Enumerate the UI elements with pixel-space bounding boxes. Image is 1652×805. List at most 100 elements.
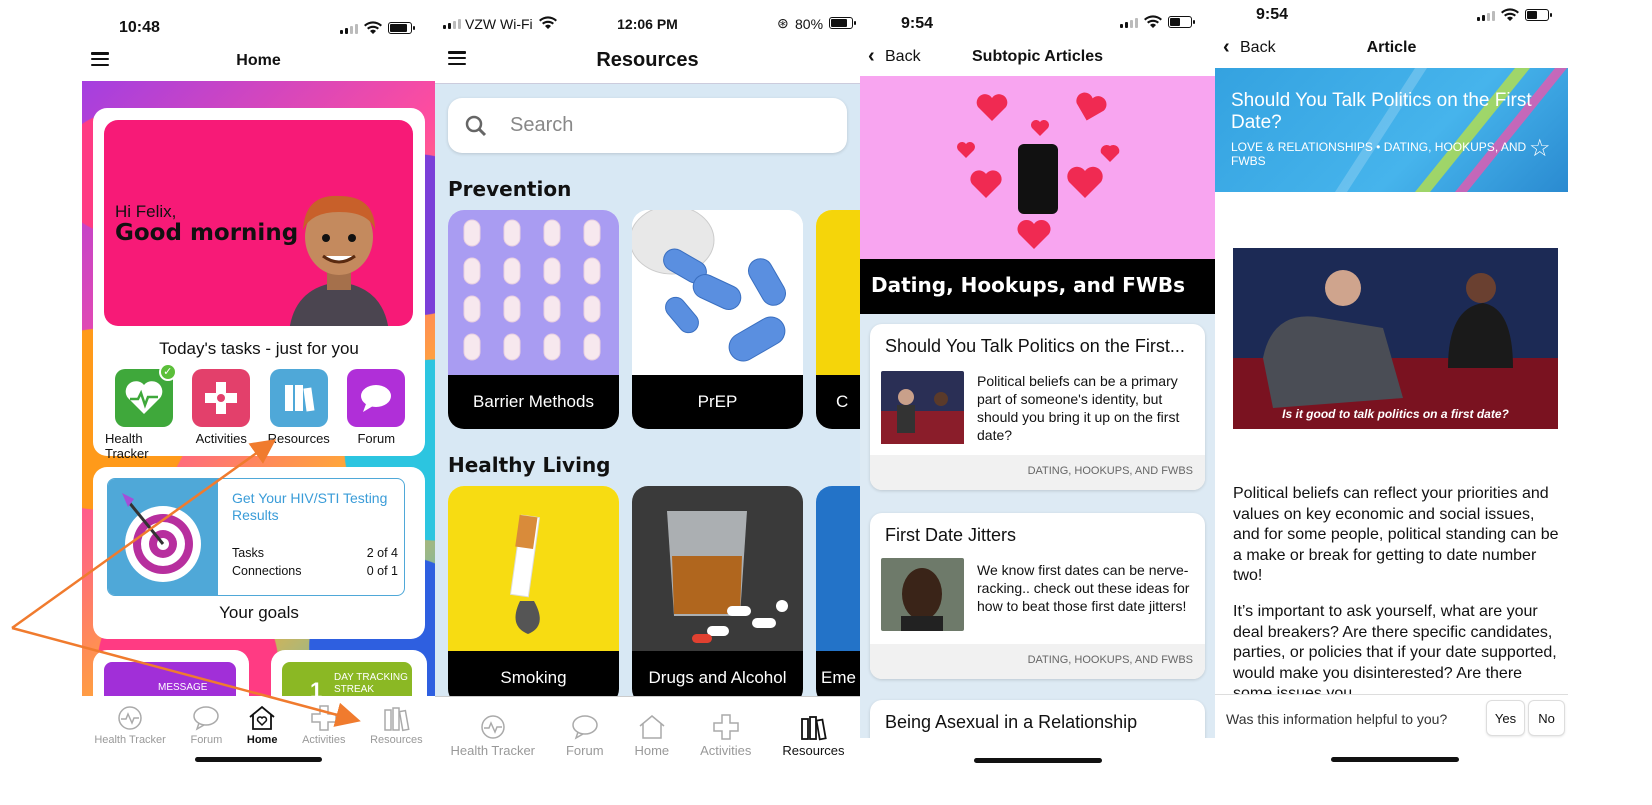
article-card[interactable]: First Date Jitters We know first dates c… (870, 513, 1205, 679)
wifi-icon (1501, 8, 1519, 21)
greeting-banner: Hi Felix, Good morning (104, 120, 413, 326)
tab-label: Resources (782, 743, 845, 758)
wifi-icon (1144, 15, 1162, 28)
resources-icon (801, 716, 828, 741)
page-title: Subtopic Articles (972, 48, 1103, 65)
heart-icon: ✓ (114, 363, 177, 427)
article-title: First Date Jitters (885, 525, 1017, 545)
task-label: Resources (267, 431, 330, 446)
article-category: LOVE & RELATIONSHIPS • DATING, HOOKUPS, … (1231, 140, 1527, 168)
tab-label: Home (634, 743, 670, 758)
search-icon (465, 115, 487, 137)
article-screen: 9:54 ‹ Back Article Should You Talk Poli… (1215, 0, 1568, 805)
goals-label: Your goals (219, 603, 299, 622)
article-tag: DATING, HOOKUPS, AND FWBS (870, 644, 1205, 679)
task-activities[interactable]: Activities (183, 369, 261, 461)
home-icon (249, 705, 275, 730)
tab-bar: Health Tracker Forum Home Activities Res… (82, 696, 435, 805)
no-button[interactable]: No (1528, 700, 1565, 736)
streak-label: DAY TRACKING STREAK (334, 672, 408, 695)
tile-partial[interactable]: C (816, 210, 860, 429)
rotation-lock-icon: ⊛ (777, 15, 789, 31)
tile-label: Barrier Methods (448, 375, 619, 429)
article-card[interactable]: Should You Talk Politics on the First...… (870, 324, 1205, 490)
tab-label: Forum (565, 743, 604, 758)
home-icon (639, 715, 665, 739)
tab-home[interactable]: Home (634, 713, 669, 805)
tile-label: C (816, 375, 860, 429)
goals-card[interactable]: Get Your HIV/STI Testing Results Tasks 2… (93, 467, 425, 639)
task-forum[interactable]: Forum (338, 369, 416, 461)
goal-item[interactable]: Get Your HIV/STI Testing Results Tasks 2… (107, 478, 405, 596)
task-resources[interactable]: Resources (260, 369, 338, 461)
article-header: Should You Talk Politics on the First Da… (1215, 68, 1568, 192)
battery-icon (1168, 16, 1195, 28)
tab-resources[interactable]: Resources (370, 704, 423, 805)
goal-connections-value: 0 of 1 (366, 564, 398, 578)
whiskey-image (632, 486, 803, 651)
tab-forum[interactable]: Forum (190, 704, 222, 805)
status-time: 9:54 (1256, 6, 1289, 23)
tile-label: PrEP (632, 375, 803, 429)
star-icon[interactable]: ☆ (1529, 134, 1551, 163)
pills-image (632, 210, 803, 375)
article-description: We know first dates can be nerve-racking… (977, 562, 1190, 614)
goal-connections-label: Connections (232, 564, 302, 578)
article-tag: DATING, HOOKUPS, AND FWBS (870, 455, 1205, 490)
section-title-healthy-living: Healthy Living (448, 453, 611, 477)
page-title: Article (1366, 39, 1417, 56)
tab-forum[interactable]: Forum (566, 713, 604, 805)
avatar (289, 195, 389, 326)
goal-tasks-value: 2 of 4 (366, 546, 398, 560)
task-label: Health Tracker (105, 431, 149, 461)
tile-partial[interactable]: Eme (816, 486, 860, 705)
article-paragraph: Political beliefs can reflect your prior… (1233, 485, 1559, 584)
battery-icon (1525, 9, 1552, 21)
puzzle-icon (192, 369, 251, 427)
resources-screen: VZW Wi-Fi 12:06 PM ⊛ 80% Resources Searc… (435, 0, 860, 805)
page-title: Home (236, 52, 281, 69)
goal-title[interactable]: Get Your HIV/STI Testing Results (232, 490, 402, 524)
signal-icon (1477, 10, 1495, 21)
article-headline: Should You Talk Politics on the First Da… (1231, 90, 1532, 133)
task-label: Forum (357, 431, 396, 446)
target-icon (108, 479, 218, 595)
section-title-prevention: Prevention (448, 177, 572, 201)
tab-resources[interactable]: Resources (782, 713, 845, 805)
status-time: 9:54 (901, 15, 934, 32)
feedback-question: Was this information helpful to you? (1226, 711, 1448, 727)
hearts-phone-image (860, 76, 1215, 259)
goal-tasks-label: Tasks (232, 546, 264, 560)
tile-smoking[interactable]: Smoking (448, 486, 619, 705)
home-indicator (195, 757, 322, 762)
subtopic-banner: Dating, Hookups, and FWBs (860, 259, 1215, 314)
tab-label: Activities (302, 734, 346, 746)
tile-drugs-alcohol[interactable]: Drugs and Alcohol (632, 486, 803, 705)
article-paragraph: It’s important to ask yourself, what are… (1233, 603, 1557, 694)
tile-prep[interactable]: PrEP (632, 210, 803, 429)
tab-home[interactable]: Home (247, 704, 277, 805)
tab-activities[interactable]: Activities (302, 704, 345, 805)
tile-barrier-methods[interactable]: Barrier Methods (448, 210, 619, 429)
tab-label: Activities (700, 743, 752, 758)
feedback-bar: Was this information helpful to you? Yes… (1215, 694, 1568, 805)
home-screen: 10:48 Home Hi Felix, Good morning Today'… (82, 0, 435, 805)
article-image: Is it good to talk politics on a first d… (1233, 248, 1558, 429)
check-icon: ✓ (158, 363, 177, 381)
activities-icon (713, 714, 739, 740)
greeting-hi: Hi Felix, (115, 202, 177, 221)
article-description: Political beliefs can be a primary part … (977, 373, 1180, 443)
tab-activities[interactable]: Activities (700, 713, 751, 805)
tab-health-tracker[interactable]: Health Tracker (94, 704, 166, 805)
status-bar: 10:48 (82, 0, 435, 40)
task-health-tracker[interactable]: ✓ Health Tracker (105, 363, 183, 461)
yes-button[interactable]: Yes (1486, 700, 1525, 736)
home-indicator (974, 758, 1102, 763)
battery-icon (829, 17, 856, 29)
tab-health-tracker[interactable]: Health Tracker (450, 713, 535, 805)
tasks-row: ✓ Health Tracker Activities Resources Fo… (105, 363, 416, 461)
tasks-heading: Today's tasks - just for you (159, 339, 359, 358)
forum-icon (572, 715, 598, 740)
search-input[interactable]: Search (448, 98, 847, 153)
signal-icon (340, 23, 358, 34)
